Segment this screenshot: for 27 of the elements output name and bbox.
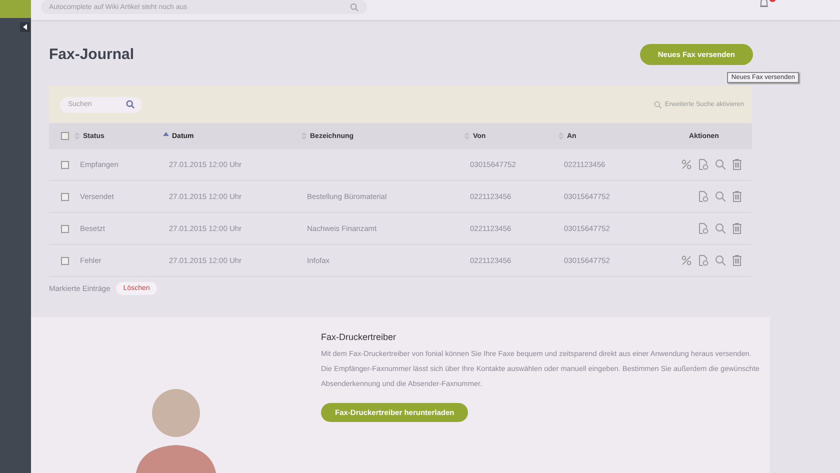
search-icon[interactable] [715,159,726,170]
trash-icon[interactable] [732,255,742,266]
checkbox[interactable] [60,256,68,264]
search-icon [126,100,135,109]
percent-icon[interactable] [681,159,692,170]
percent-icon[interactable] [681,255,692,266]
page-title: Fax-Journal [49,44,134,62]
search-icon [350,2,359,12]
search-icon[interactable] [715,191,726,202]
search-icon[interactable] [715,223,726,234]
search-icon[interactable] [654,100,662,108]
logo-block [0,0,31,18]
checkbox[interactable] [60,160,68,168]
trash-icon[interactable] [732,223,742,234]
trash-icon[interactable] [732,191,742,202]
trash-icon[interactable] [732,159,742,170]
promo-title: Fax-Druckertreiber [321,332,398,342]
checkbox[interactable] [60,224,68,232]
document-icon[interactable] [698,255,709,266]
collapse-icon[interactable] [20,22,30,32]
bell-icon[interactable] [758,0,770,9]
checkbox[interactable] [60,132,68,140]
search-icon[interactable] [715,255,726,266]
document-icon[interactable] [698,223,709,234]
checkbox[interactable] [60,192,68,200]
document-icon[interactable] [698,159,709,170]
document-icon[interactable] [698,191,709,202]
